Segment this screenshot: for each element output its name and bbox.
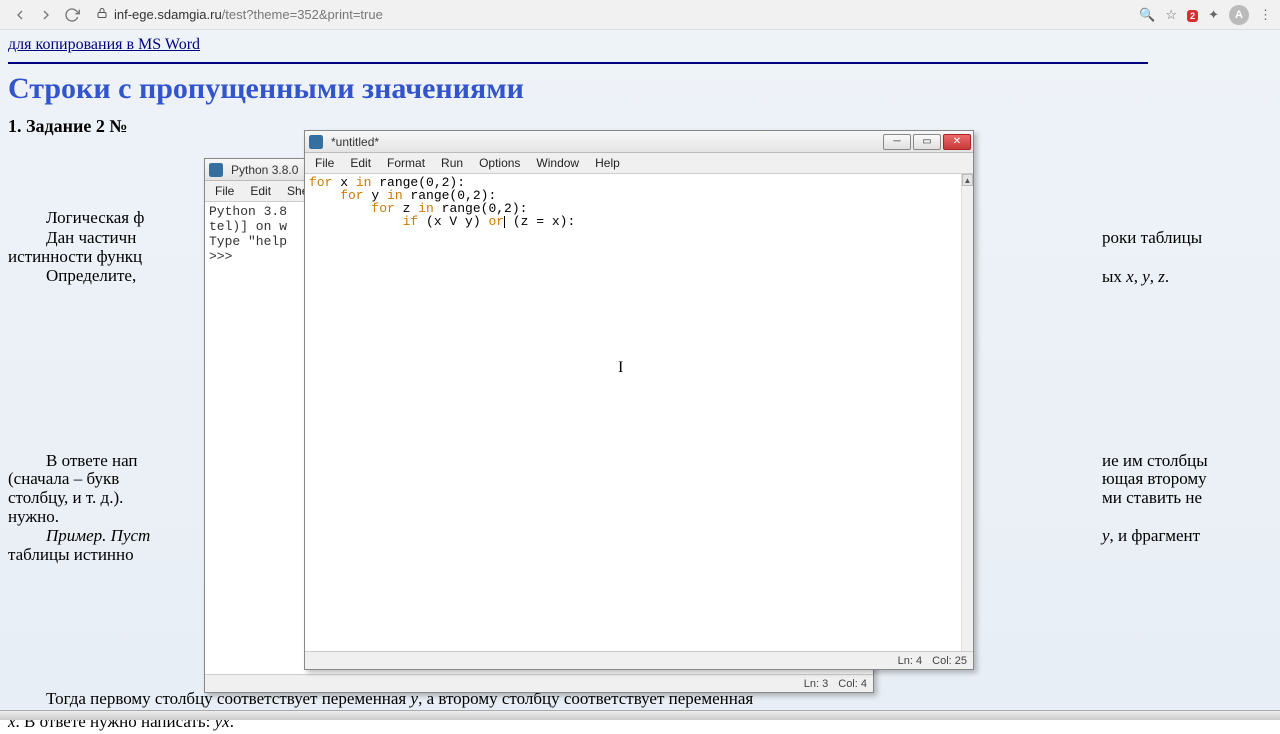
taskbar[interactable] <box>0 710 1280 720</box>
address-bar[interactable]: inf-ege.sdamgia.ru/test?theme=352&print=… <box>114 7 383 22</box>
menu-icon[interactable]: ⋮ <box>1259 7 1272 23</box>
python-icon <box>209 163 223 177</box>
text-fragment: Определите, <box>8 265 202 288</box>
editor-window[interactable]: *untitled* ─ ▭ ✕ File Edit Format Run Op… <box>304 130 974 670</box>
maximize-button[interactable]: ▭ <box>913 134 941 150</box>
menu-file[interactable]: File <box>307 154 342 172</box>
window-controls: ─ ▭ ✕ <box>883 134 971 150</box>
editor-col: Col: 25 <box>932 655 967 667</box>
text-fragment: y, и фрагмент <box>1102 525 1272 548</box>
text-fragment: ми ставить не <box>1102 487 1272 510</box>
text-fragment: таблицы истинно <box>8 544 202 567</box>
reload-button[interactable] <box>60 3 84 27</box>
lock-icon <box>96 7 108 22</box>
back-button[interactable] <box>8 3 32 27</box>
url-path: /test?theme=352&print=true <box>222 7 383 22</box>
section-title: Строки с пропущенными значениями <box>8 72 1272 106</box>
menu-options[interactable]: Options <box>471 154 528 172</box>
zoom-icon[interactable]: 🔍 <box>1139 7 1155 23</box>
text-fragment: роки таблицы <box>1102 227 1272 250</box>
menu-window[interactable]: Window <box>528 154 587 172</box>
text-fragment: ых x, y, z. <box>1102 266 1272 289</box>
shell-statusbar: Ln: 3 Col: 4 <box>205 674 873 692</box>
editor-statusbar: Ln: 4 Col: 25 <box>305 651 973 669</box>
shell-title: Python 3.8.0 <box>231 163 298 177</box>
extensions-icon[interactable]: ✦ <box>1208 7 1219 23</box>
top-link[interactable]: для копирования в MS Word <box>8 36 200 53</box>
browser-toolbar: inf-ege.sdamgia.ru/test?theme=352&print=… <box>0 0 1280 30</box>
close-button[interactable]: ✕ <box>943 134 971 150</box>
menu-file[interactable]: File <box>207 182 242 200</box>
scroll-up-icon[interactable]: ▲ <box>962 174 973 186</box>
avatar[interactable]: A <box>1229 5 1249 25</box>
toolbar-right: 🔍 ☆ 2 ✦ A ⋮ <box>1139 5 1272 25</box>
menu-format[interactable]: Format <box>379 154 433 172</box>
forward-button[interactable] <box>34 3 58 27</box>
menu-run[interactable]: Run <box>433 154 471 172</box>
vertical-scrollbar[interactable]: ▲ <box>961 174 973 651</box>
editor-titlebar[interactable]: *untitled* ─ ▭ ✕ <box>305 131 973 153</box>
editor-title: *untitled* <box>331 135 379 149</box>
page-content: для копирования в MS Word Строки с пропу… <box>0 30 1280 720</box>
menu-help[interactable]: Help <box>587 154 628 172</box>
editor-menubar: File Edit Format Run Options Window Help <box>305 153 973 174</box>
menu-edit[interactable]: Edit <box>342 154 379 172</box>
minimize-button[interactable]: ─ <box>883 134 911 150</box>
extension-badge[interactable]: 2 <box>1187 7 1198 22</box>
python-icon <box>309 135 323 149</box>
editor-ln: Ln: 4 <box>898 655 922 667</box>
star-icon[interactable]: ☆ <box>1165 7 1177 23</box>
editor-body[interactable]: for x in range(0,2): for y in range(0,2)… <box>305 174 973 651</box>
menu-edit[interactable]: Edit <box>242 182 279 200</box>
shell-col: Col: 4 <box>838 678 867 690</box>
shell-ln: Ln: 3 <box>804 678 828 690</box>
ibeam-cursor-icon: I <box>618 359 623 377</box>
divider <box>8 62 1148 64</box>
url-domain: inf-ege.sdamgia.ru <box>114 7 222 22</box>
